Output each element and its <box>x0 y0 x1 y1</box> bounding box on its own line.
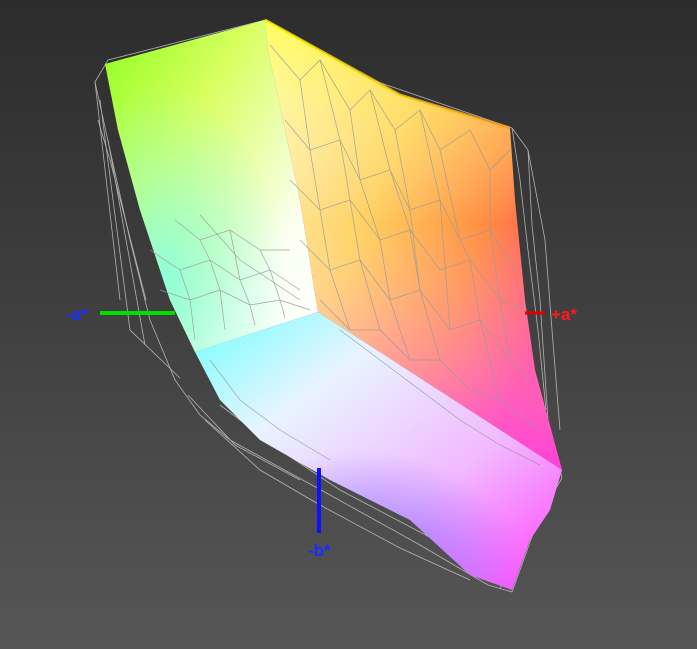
gamut-3d-viewport[interactable]: -a* +a* -b* <box>0 0 697 649</box>
neg-a-axis-label: -a* <box>66 305 88 324</box>
neg-b-axis-label: -b* <box>308 541 331 560</box>
pos-a-axis-label: +a* <box>551 305 577 324</box>
